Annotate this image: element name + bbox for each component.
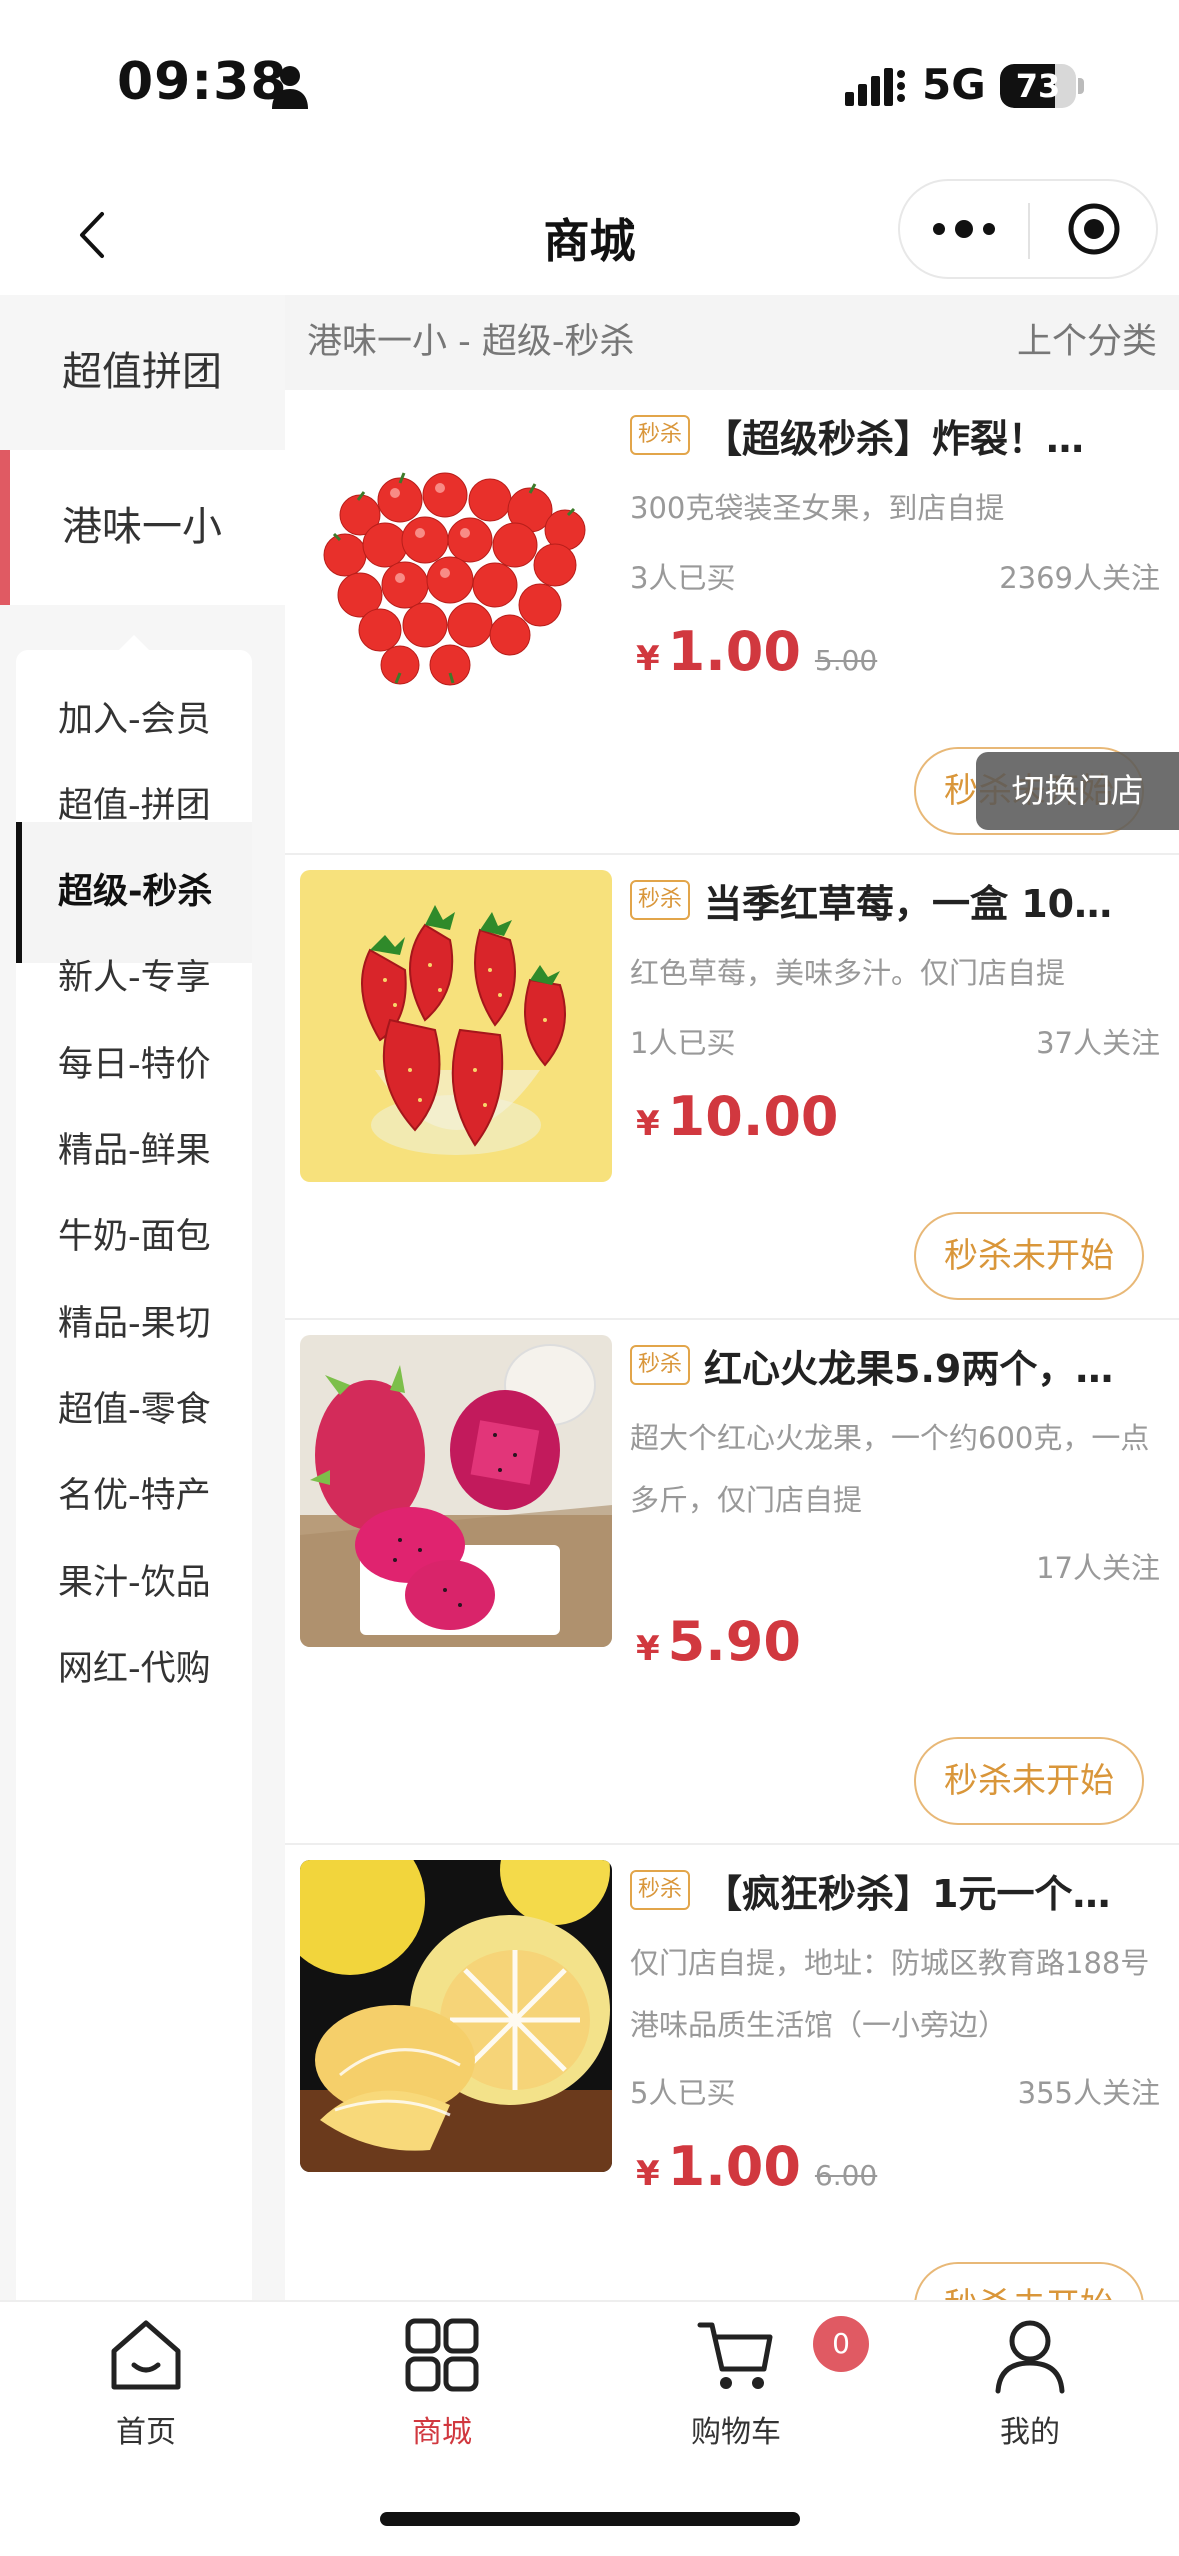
product-title-row: 秒杀 当季红草莓，一盒 10… [630,870,1160,930]
status-bar: 09:38 5G 73 [0,0,1179,175]
product-title[interactable]: 【疯狂秒杀】1元一个… [704,1863,1160,1918]
seckill-not-started-button[interactable]: 秒杀未开始 [914,1212,1144,1300]
currency-symbol: ¥ [636,639,660,679]
seckill-tag: 秒杀 [630,880,691,920]
cart-count-badge: 0 [813,2316,869,2372]
product-title-row: 秒杀 【疯狂秒杀】1元一个… [630,1860,1160,1920]
person-icon [272,66,308,109]
switch-store-button[interactable]: 切换门店 [976,752,1179,830]
currency-symbol: ¥ [636,2154,660,2194]
bought-count: 3人已买 [630,561,736,595]
product-title[interactable]: 当季红草莓，一盒 10… [704,873,1160,928]
product-description: 仅门店自提，地址：防城区教育路188号港味品质生活馆（一小旁边） [630,1946,1150,2042]
product-title[interactable]: 红心火龙果5.9两个，… [704,1338,1160,1393]
prev-category-link[interactable]: 上个分类 [1017,295,1157,390]
sale-price: 5.90 [667,1610,801,1673]
tab-mall[interactable]: 商城 [342,2315,542,2475]
price-row: ¥ 10.00 [636,1085,838,1165]
product-card[interactable]: 秒杀 红心火龙果5.9两个，… 超大个红心火龙果，一个约600克，一点多斤，仅门… [285,1320,1179,1845]
tab-label: 商城 [412,2415,472,2450]
more-dots-icon [933,220,995,238]
subcategory-item[interactable]: 网红-代购 [16,1599,252,1740]
submenu-pointer [118,635,150,651]
home-icon [111,2320,181,2390]
battery-tip [1078,78,1084,94]
price-row: ¥ 1.00 6.00 [636,2135,877,2215]
seckill-not-started-button[interactable]: 秒杀未开始 [914,2262,1144,2300]
group-item-label: 港味一小 [62,504,222,550]
status-time: 09:38 [117,52,288,112]
category-sidebar: 超值拼团 港味一小 加入-会员 超值-拼团 超级-秒杀 新人-专享 每日-特价 … [0,295,285,2350]
mall-page: 09:38 5G 73 商城 超值拼团 港味一小 加入-会员 超值-拼团 超级-… [0,0,1179,2556]
product-image-strawberries[interactable] [300,870,612,1182]
tab-label: 我的 [1000,2415,1060,2450]
battery-indicator: 73 [1000,64,1076,108]
sale-price: 1.00 [667,2135,801,2198]
currency-symbol: ¥ [636,1104,660,1144]
more-button[interactable] [900,181,1028,277]
home-indicator [380,2512,800,2526]
tab-label: 购物车 [691,2415,781,2450]
product-description: 红色草莓，美味多汁。仅门店自提 [630,956,1066,990]
product-image-cherry-tomatoes[interactable] [300,405,612,717]
seckill-not-started-button[interactable]: 秒杀未开始 [914,1737,1144,1825]
active-marker [0,450,10,605]
close-mini-program-button[interactable] [1030,181,1158,277]
follower-count: 17人关注 [1036,1551,1160,1585]
bought-count: 1人已买 [630,1026,736,1060]
follower-count: 2369人关注 [999,561,1160,595]
product-stats: 5人已买 355人关注 [630,2070,1160,2120]
follower-count: 355人关注 [1017,2076,1160,2110]
grid-icon [405,2318,479,2392]
group-item-value-group-buy[interactable]: 超值拼团 [0,295,285,450]
seckill-tag: 秒杀 [630,415,691,455]
product-image-grapefruit[interactable] [300,1860,612,2172]
original-price: 5.00 [814,644,878,677]
breadcrumb: 港味一小 - 超级-秒杀 [307,322,635,362]
category-header: 港味一小 - 超级-秒杀 上个分类 [285,295,1179,390]
seckill-tag: 秒杀 [630,1870,691,1910]
tab-cart[interactable]: 购物车 [636,2315,836,2475]
sale-price: 1.00 [667,620,801,683]
seckill-tag: 秒杀 [630,1345,691,1385]
product-card[interactable]: 秒杀 【疯狂秒杀】1元一个… 仅门店自提，地址：防城区教育路188号港味品质生活… [285,1845,1179,2300]
price-row: ¥ 1.00 5.00 [636,620,877,700]
follower-count: 37人关注 [1036,1026,1160,1060]
tab-home[interactable]: 首页 [46,2315,246,2475]
product-stats: 3人已买 2369人关注 [630,555,1160,605]
sale-price: 10.00 [667,1085,839,1148]
product-description: 超大个红心火龙果，一个约600克，一点多斤，仅门店自提 [630,1421,1150,1517]
product-image-dragon-fruit[interactable] [300,1335,612,1647]
battery-level: 73 [1015,67,1061,105]
nav-bar: 商城 [0,175,1179,295]
product-title[interactable]: 【超级秒杀】炸裂！… [704,408,1160,463]
tab-label: 首页 [116,2415,176,2450]
price-row: ¥ 5.90 [636,1610,801,1690]
group-item-gangwei[interactable]: 港味一小 [0,450,285,605]
product-title-row: 秒杀 红心火龙果5.9两个，… [630,1335,1160,1395]
product-description: 300克袋装圣女果，到店自提 [630,491,1005,525]
network-type: 5G [922,60,986,109]
product-title-row: 秒杀 【超级秒杀】炸裂！… [630,405,1160,465]
product-card[interactable]: 秒杀 当季红草莓，一盒 10… 红色草莓，美味多汁。仅门店自提 1人已买 37人… [285,855,1179,1320]
product-list-panel: 港味一小 - 超级-秒杀 上个分类 秒杀 【超级秒杀】炸裂！… 300克袋装圣女… [285,295,1179,2300]
mini-program-capsule [898,179,1158,279]
target-icon [1068,203,1120,255]
product-stats: 17人关注 [630,1545,1160,1595]
group-item-label: 超值拼团 [62,349,222,395]
bought-count: 5人已买 [630,2076,736,2110]
user-icon [995,2320,1065,2394]
cellular-signal-icon [845,68,905,106]
product-stats: 1人已买 37人关注 [630,1020,1160,1070]
currency-symbol: ¥ [636,1629,660,1669]
cart-icon [697,2322,773,2389]
subcategory-list: 加入-会员 超值-拼团 超级-秒杀 新人-专享 每日-特价 精品-鲜果 牛奶-面… [16,650,252,2350]
tab-profile[interactable]: 我的 [930,2315,1130,2475]
original-price: 6.00 [814,2159,878,2192]
